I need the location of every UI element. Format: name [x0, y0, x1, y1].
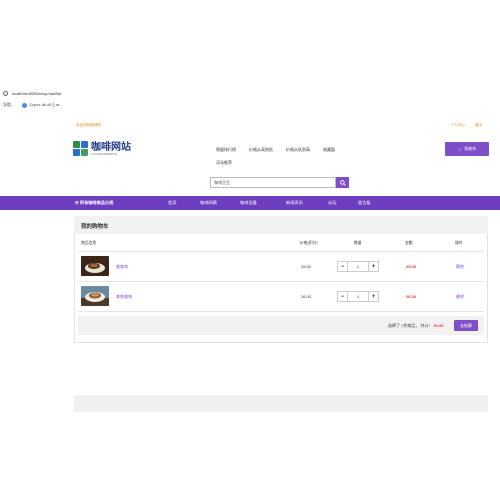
quantity-stepper: − 1 +: [337, 261, 379, 272]
sort-link-sales[interactable]: 销量排行榜: [216, 147, 236, 153]
divider: [78, 281, 484, 282]
quantity-stepper: − 1 +: [337, 291, 379, 302]
bookmark-label: Zoyoz-dk-d5上ar...: [29, 102, 63, 107]
globe-icon: [22, 102, 28, 108]
quantity-input[interactable]: 1: [347, 262, 369, 271]
address-bar[interactable]: i localhost:8080/shop/cart/list: [0, 88, 500, 99]
bookmark-label: 导航...: [3, 102, 15, 107]
menu-item-coffee[interactable]: 咖啡网摘: [200, 200, 217, 206]
cart-summary: 选择了 2件商品， 共计： 51.00: [388, 323, 444, 329]
delete-link[interactable]: 删除: [456, 264, 464, 270]
logo-name: 咖啡网站: [91, 141, 131, 153]
cart-button[interactable]: 🛒 购物车: [445, 142, 489, 156]
sort-link-favorites[interactable]: 收藏量: [323, 147, 335, 153]
menu-item-news[interactable]: 新闻资讯: [286, 200, 303, 206]
logo-mark-icon: [73, 141, 89, 157]
logout-link[interactable]: 退出: [475, 123, 482, 128]
minus-button[interactable]: −: [338, 262, 347, 271]
cart-button-label: 购物车: [464, 146, 477, 151]
unit-price: 26.00: [301, 294, 312, 299]
footer-band: [74, 395, 488, 412]
quantity-input[interactable]: 1: [347, 292, 369, 301]
header-qty: 数量: [354, 241, 362, 245]
menu-item-guestbook[interactable]: 留言板: [358, 200, 371, 206]
header-info: 商品信息: [81, 241, 97, 245]
bookmark-item[interactable]: Zoyoz-dk-d5上ar...: [22, 102, 62, 108]
product-name-link[interactable]: 美咖啡: [116, 264, 128, 270]
header-amount: 金额: [405, 241, 413, 245]
checkout-button[interactable]: 去结算: [454, 320, 478, 331]
line-amount: 26.00: [406, 294, 417, 299]
minus-button[interactable]: −: [338, 292, 347, 301]
search-icon: [339, 179, 346, 186]
product-thumbnail[interactable]: [81, 286, 109, 306]
bookmark-item[interactable]: 导航...: [3, 102, 14, 108]
line-amount: 25.00: [406, 264, 417, 269]
sort-link-recommend[interactable]: 浮动推荐: [216, 160, 232, 166]
search-button[interactable]: [336, 177, 349, 188]
product-thumbnail[interactable]: [81, 256, 109, 276]
user-center-link[interactable]: 个人中心: [450, 123, 464, 128]
cart-title: 我的购物车: [74, 216, 488, 234]
cart-icon: 🛒: [457, 146, 463, 152]
search-input[interactable]: 咖啡豆豆: [210, 177, 336, 188]
sort-link-price-desc[interactable]: 价格从高到低: [249, 147, 273, 153]
menu-item-equipment[interactable]: 咖啡设备: [240, 200, 257, 206]
category-menu[interactable]: ☰ 所有咖啡商品分类: [75, 200, 113, 206]
sort-links: 销量排行榜 价格从高到低 价格从低到高 收藏量 浮动推荐: [216, 147, 356, 166]
product-name-link[interactable]: 拿铁咖啡: [116, 294, 132, 300]
info-icon[interactable]: i: [3, 91, 8, 96]
top-info-line: 欢迎光临咖啡网 个人中心 退出: [0, 121, 500, 131]
sort-link-price-asc[interactable]: 价格从低到高: [286, 147, 310, 153]
divider: [78, 311, 484, 312]
plus-button[interactable]: +: [369, 262, 378, 271]
main-menu-bar: ☰ 所有咖啡商品分类 首页 咖啡网摘 咖啡设备 新闻资讯 论坛 留言板: [0, 196, 500, 210]
welcome-text: 欢迎光临咖啡网: [76, 123, 102, 127]
site-logo[interactable]: 咖啡网站 COFFEEWEBSITE: [73, 141, 131, 157]
delete-link[interactable]: 删除: [456, 294, 464, 300]
summary-prefix: 选择了: [388, 323, 400, 328]
header-price: 价格(积分): [300, 241, 318, 245]
bookmarks-bar: 导航... Zoyoz-dk-d5上ar...: [0, 99, 500, 111]
url-text: localhost:8080/shop/cart/list: [12, 91, 62, 96]
unit-price: 25.00: [301, 264, 312, 269]
logo-subtitle: COFFEEWEBSITE: [91, 152, 118, 156]
summary-total: 51.00: [433, 323, 444, 328]
menu-item-home[interactable]: 首页: [168, 200, 176, 206]
menu-item-forum[interactable]: 论坛: [328, 200, 336, 206]
divider: [78, 251, 484, 252]
summary-mid: 件商品， 共计：: [403, 323, 433, 328]
plus-button[interactable]: +: [369, 292, 378, 301]
header-op: 操作: [455, 241, 463, 245]
